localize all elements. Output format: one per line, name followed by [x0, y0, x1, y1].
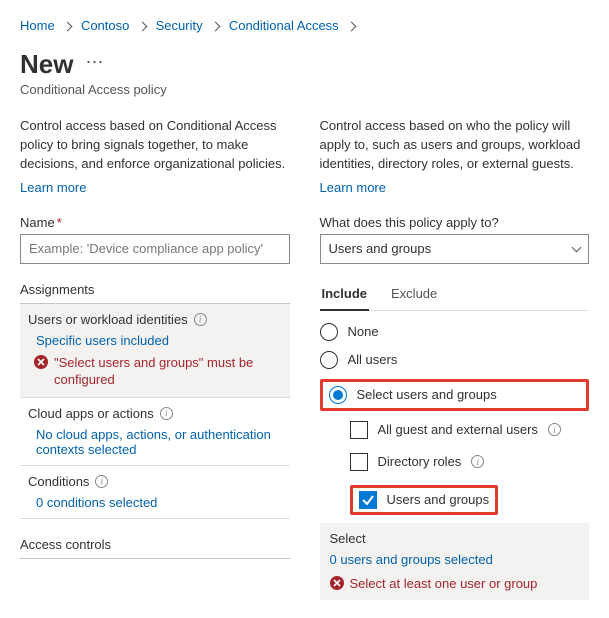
info-icon[interactable]: i: [160, 407, 173, 420]
page-title: New: [20, 49, 73, 80]
breadcrumb-sep: [64, 18, 71, 33]
conditions-label: Conditions: [28, 474, 89, 489]
conditions-summary-link[interactable]: 0 conditions selected: [28, 495, 282, 510]
radio-none[interactable]: None: [320, 323, 590, 341]
required-indicator: *: [57, 215, 62, 230]
tab-include[interactable]: Include: [320, 278, 370, 311]
breadcrumb-home[interactable]: Home: [20, 18, 55, 33]
name-label: Name*: [20, 215, 290, 230]
checkbox-icon: [350, 453, 368, 471]
tab-exclude[interactable]: Exclude: [389, 278, 439, 310]
select-panel: Select 0 users and groups selected Selec…: [320, 523, 590, 601]
left-description: Control access based on Conditional Acce…: [20, 117, 290, 174]
left-column: Control access based on Conditional Acce…: [20, 117, 290, 600]
learn-more-link[interactable]: Learn more: [20, 180, 86, 195]
radio-select-users-and-groups[interactable]: Select users and groups: [329, 386, 581, 404]
radio-icon: [329, 386, 347, 404]
chevron-down-icon: [572, 242, 582, 252]
checkbox-icon: [350, 421, 368, 439]
breadcrumb-security[interactable]: Security: [156, 18, 203, 33]
info-icon[interactable]: i: [95, 475, 108, 488]
more-actions-icon[interactable]: ⋯: [85, 52, 104, 73]
checkbox-users-and-groups[interactable]: Users and groups: [387, 492, 490, 507]
users-label: Users or workload identities: [28, 312, 188, 327]
radio-icon: [320, 323, 338, 341]
page-subtitle: Conditional Access policy: [20, 82, 589, 97]
error-icon: [34, 355, 48, 369]
error-icon: [330, 576, 344, 590]
right-column: Control access based on who the policy w…: [320, 117, 590, 600]
assignments-header: Assignments: [20, 264, 290, 304]
select-panel-header: Select: [330, 531, 580, 546]
select-panel-error: Select at least one user or group: [330, 575, 580, 593]
users-summary-link[interactable]: Specific users included: [28, 333, 282, 348]
checkbox-guest-users[interactable]: All guest and external users i: [350, 421, 590, 439]
name-input[interactable]: [20, 234, 290, 264]
breadcrumb-sep: [212, 18, 219, 33]
include-exclude-tabs: Include Exclude: [320, 278, 590, 311]
checkbox-icon: [359, 491, 377, 509]
info-icon[interactable]: i: [471, 455, 484, 468]
cloud-apps-section[interactable]: Cloud apps or actions i No cloud apps, a…: [20, 398, 290, 466]
selected-count-link[interactable]: 0 users and groups selected: [330, 552, 580, 567]
access-controls-header: Access controls: [20, 519, 290, 559]
right-description: Control access based on who the policy w…: [320, 117, 590, 174]
info-icon[interactable]: i: [194, 313, 207, 326]
checkbox-directory-roles[interactable]: Directory roles i: [350, 453, 590, 471]
breadcrumb-contoso[interactable]: Contoso: [81, 18, 129, 33]
conditions-section[interactable]: Conditions i 0 conditions selected: [20, 466, 290, 519]
users-section[interactable]: Users or workload identities i Specific …: [20, 304, 290, 398]
breadcrumb-conditional-access[interactable]: Conditional Access: [229, 18, 339, 33]
cloud-apps-summary-link[interactable]: No cloud apps, actions, or authenticatio…: [28, 427, 282, 457]
radio-icon: [320, 351, 338, 369]
highlight-users-and-groups: Users and groups: [350, 485, 499, 515]
cloud-apps-label: Cloud apps or actions: [28, 406, 154, 421]
apply-to-label: What does this policy apply to?: [320, 215, 590, 230]
apply-to-select[interactable]: Users and groups: [320, 234, 590, 264]
breadcrumb-sep: [139, 18, 146, 33]
breadcrumb-sep: [348, 18, 355, 33]
highlight-select-users: Select users and groups: [320, 379, 590, 411]
breadcrumb: Home Contoso Security Conditional Access: [20, 18, 589, 33]
radio-all-users[interactable]: All users: [320, 351, 590, 369]
users-error: "Select users and groups" must be config…: [28, 354, 282, 389]
learn-more-link-right[interactable]: Learn more: [320, 180, 386, 195]
info-icon[interactable]: i: [548, 423, 561, 436]
